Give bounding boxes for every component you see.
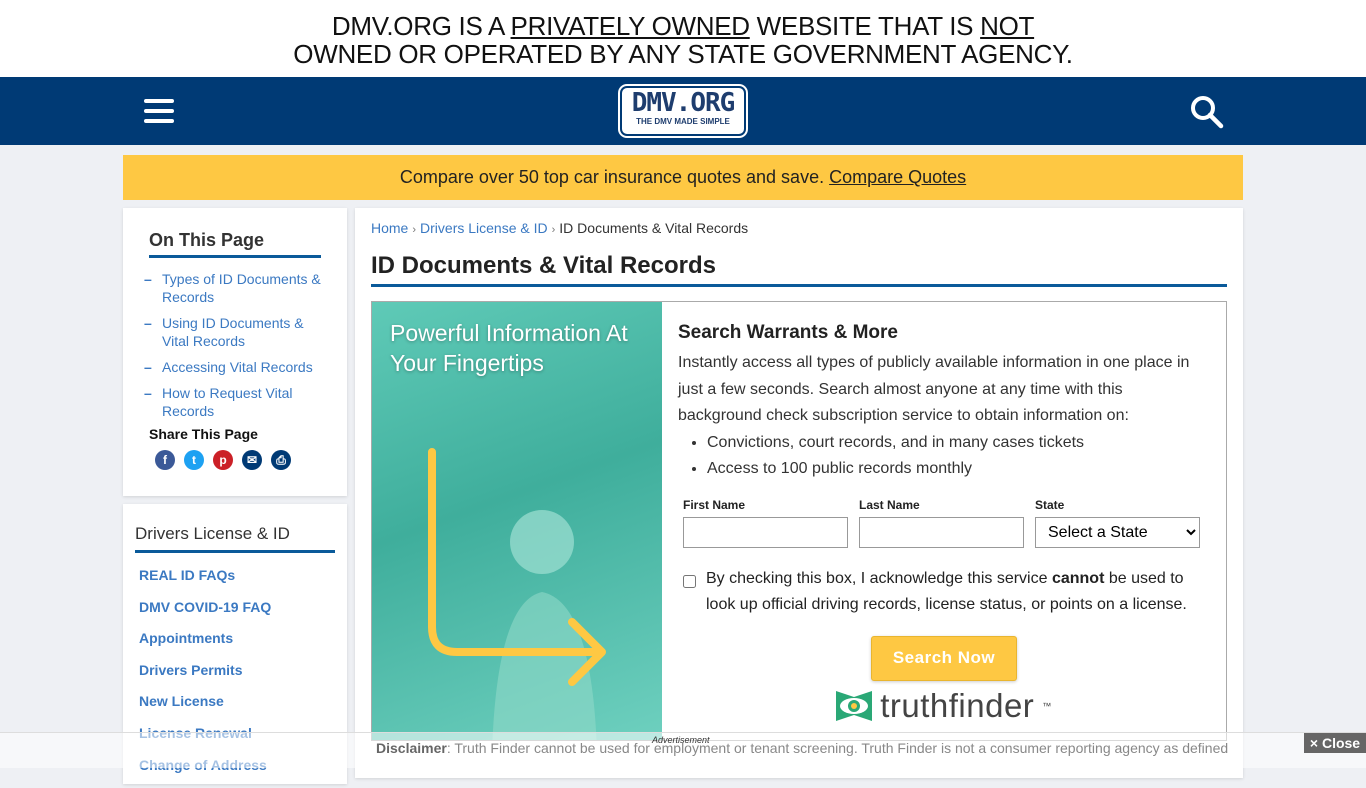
- hamburger-icon[interactable]: [144, 99, 174, 123]
- toc-link[interactable]: Using ID Documents & Vital Records: [144, 314, 321, 350]
- ad-title: Search Warrants & More: [678, 322, 898, 343]
- ad-bullet: Access to 100 public records monthly: [707, 456, 1210, 482]
- ad-form: Search Warrants & More Instantly access …: [662, 302, 1226, 740]
- top-nav: DMV.ORG THE DMV MADE SIMPLE: [0, 77, 1366, 145]
- section-link[interactable]: DMV COVID-19 FAQ: [139, 599, 335, 631]
- notice-text: WEBSITE THAT IS: [749, 11, 981, 41]
- ad-headline: Powerful Information At Your Fingertips: [390, 320, 628, 376]
- notice-text: OWNED OR OPERATED BY ANY STATE GOVERNMEN…: [293, 39, 1073, 69]
- truthfinder-ad: Powerful Information At Your Fingertips …: [371, 301, 1227, 741]
- truthfinder-logo-icon: [836, 690, 873, 721]
- toc-link[interactable]: Types of ID Documents & Records: [144, 270, 321, 306]
- notice-emphasis: NOT: [980, 11, 1035, 41]
- first-name-label: First Name: [683, 497, 746, 512]
- section-link[interactable]: Appointments: [139, 630, 335, 662]
- logo-tagline: THE DMV MADE SIMPLE: [636, 117, 730, 126]
- state-select[interactable]: Select a State: [1035, 516, 1200, 548]
- trademark: ™: [1042, 700, 1052, 711]
- ad-image: Powerful Information At Your Fingertips: [372, 302, 662, 740]
- promo-text: Compare over 50 top car insurance quotes…: [399, 167, 830, 187]
- pinterest-icon[interactable]: p: [213, 450, 233, 470]
- print-icon[interactable]: ⎙: [271, 450, 291, 470]
- breadcrumb-current: ID Documents & Vital Records: [559, 220, 749, 236]
- breadcrumb: Home › Drivers License & ID › ID Documents &…: [371, 220, 1227, 236]
- email-icon[interactable]: ✉: [242, 450, 262, 470]
- facebook-icon[interactable]: f: [155, 450, 175, 470]
- truthfinder-logo: truthfinder ™: [678, 687, 1210, 725]
- last-name-input[interactable]: [859, 516, 1024, 548]
- acknowledge-text: By checking this box, I acknowledge this…: [706, 569, 1187, 613]
- search-icon[interactable]: [1190, 95, 1224, 129]
- ad-description: Instantly access all types of publicly a…: [678, 354, 1190, 424]
- search-now-button[interactable]: Search Now: [871, 635, 1017, 681]
- notice-text: DMV.ORG IS A: [331, 11, 511, 41]
- toc-title: On This Page: [149, 230, 321, 258]
- toc-link[interactable]: Accessing Vital Records: [144, 358, 321, 376]
- share-title: Share This Page: [149, 426, 258, 442]
- main-content: Home › Drivers License & ID › ID Documents &…: [355, 208, 1243, 778]
- acknowledge-checkbox[interactable]: [683, 573, 696, 589]
- first-name-input[interactable]: [683, 516, 848, 548]
- truthfinder-wordmark: truthfinder: [880, 686, 1035, 724]
- section-link[interactable]: Drivers Permits: [139, 662, 335, 694]
- notice-emphasis: PRIVATELY OWNED: [510, 11, 750, 41]
- breadcrumb-home[interactable]: Home: [371, 220, 408, 236]
- ad-bullet: Convictions, court records, and in many …: [707, 430, 1210, 456]
- last-name-label: Last Name: [859, 497, 920, 512]
- insurance-promo-banner: Compare over 50 top car insurance quotes…: [123, 155, 1243, 200]
- disclaimer-label: Disclaimer: [376, 740, 447, 756]
- state-label: State: [1035, 497, 1065, 512]
- breadcrumb-parent[interactable]: Drivers License & ID: [420, 220, 548, 236]
- section-link[interactable]: New License: [139, 693, 335, 725]
- page-title: ID Documents & Vital Records: [371, 252, 1227, 287]
- breadcrumb-separator: ›: [412, 224, 417, 236]
- breadcrumb-separator: ›: [551, 224, 556, 236]
- on-this-page: On This Page Types of ID Documents & Rec…: [123, 208, 347, 496]
- site-logo[interactable]: DMV.ORG THE DMV MADE SIMPLE: [620, 86, 746, 136]
- share-icons: f t p ✉ ⎙: [149, 450, 321, 470]
- close-ad-button[interactable]: × Close: [1304, 733, 1366, 753]
- twitter-icon[interactable]: t: [184, 450, 204, 470]
- toc-link[interactable]: How to Request Vital Records: [144, 384, 321, 420]
- disclaimer: Disclaimer: Truth Finder cannot be used …: [376, 740, 1236, 756]
- compare-quotes-link[interactable]: Compare Quotes: [829, 167, 966, 187]
- section-title: Drivers License & ID: [135, 524, 335, 553]
- arrow-graphic: [428, 448, 606, 686]
- ownership-notice: DMV.ORG IS A PRIVATELY OWNED WEBSITE THA…: [0, 0, 1366, 77]
- section-link[interactable]: REAL ID FAQs: [139, 567, 335, 599]
- disclaimer-text: : Truth Finder cannot be used for employ…: [446, 740, 1229, 756]
- logo-text: DMV.ORG: [631, 88, 736, 118]
